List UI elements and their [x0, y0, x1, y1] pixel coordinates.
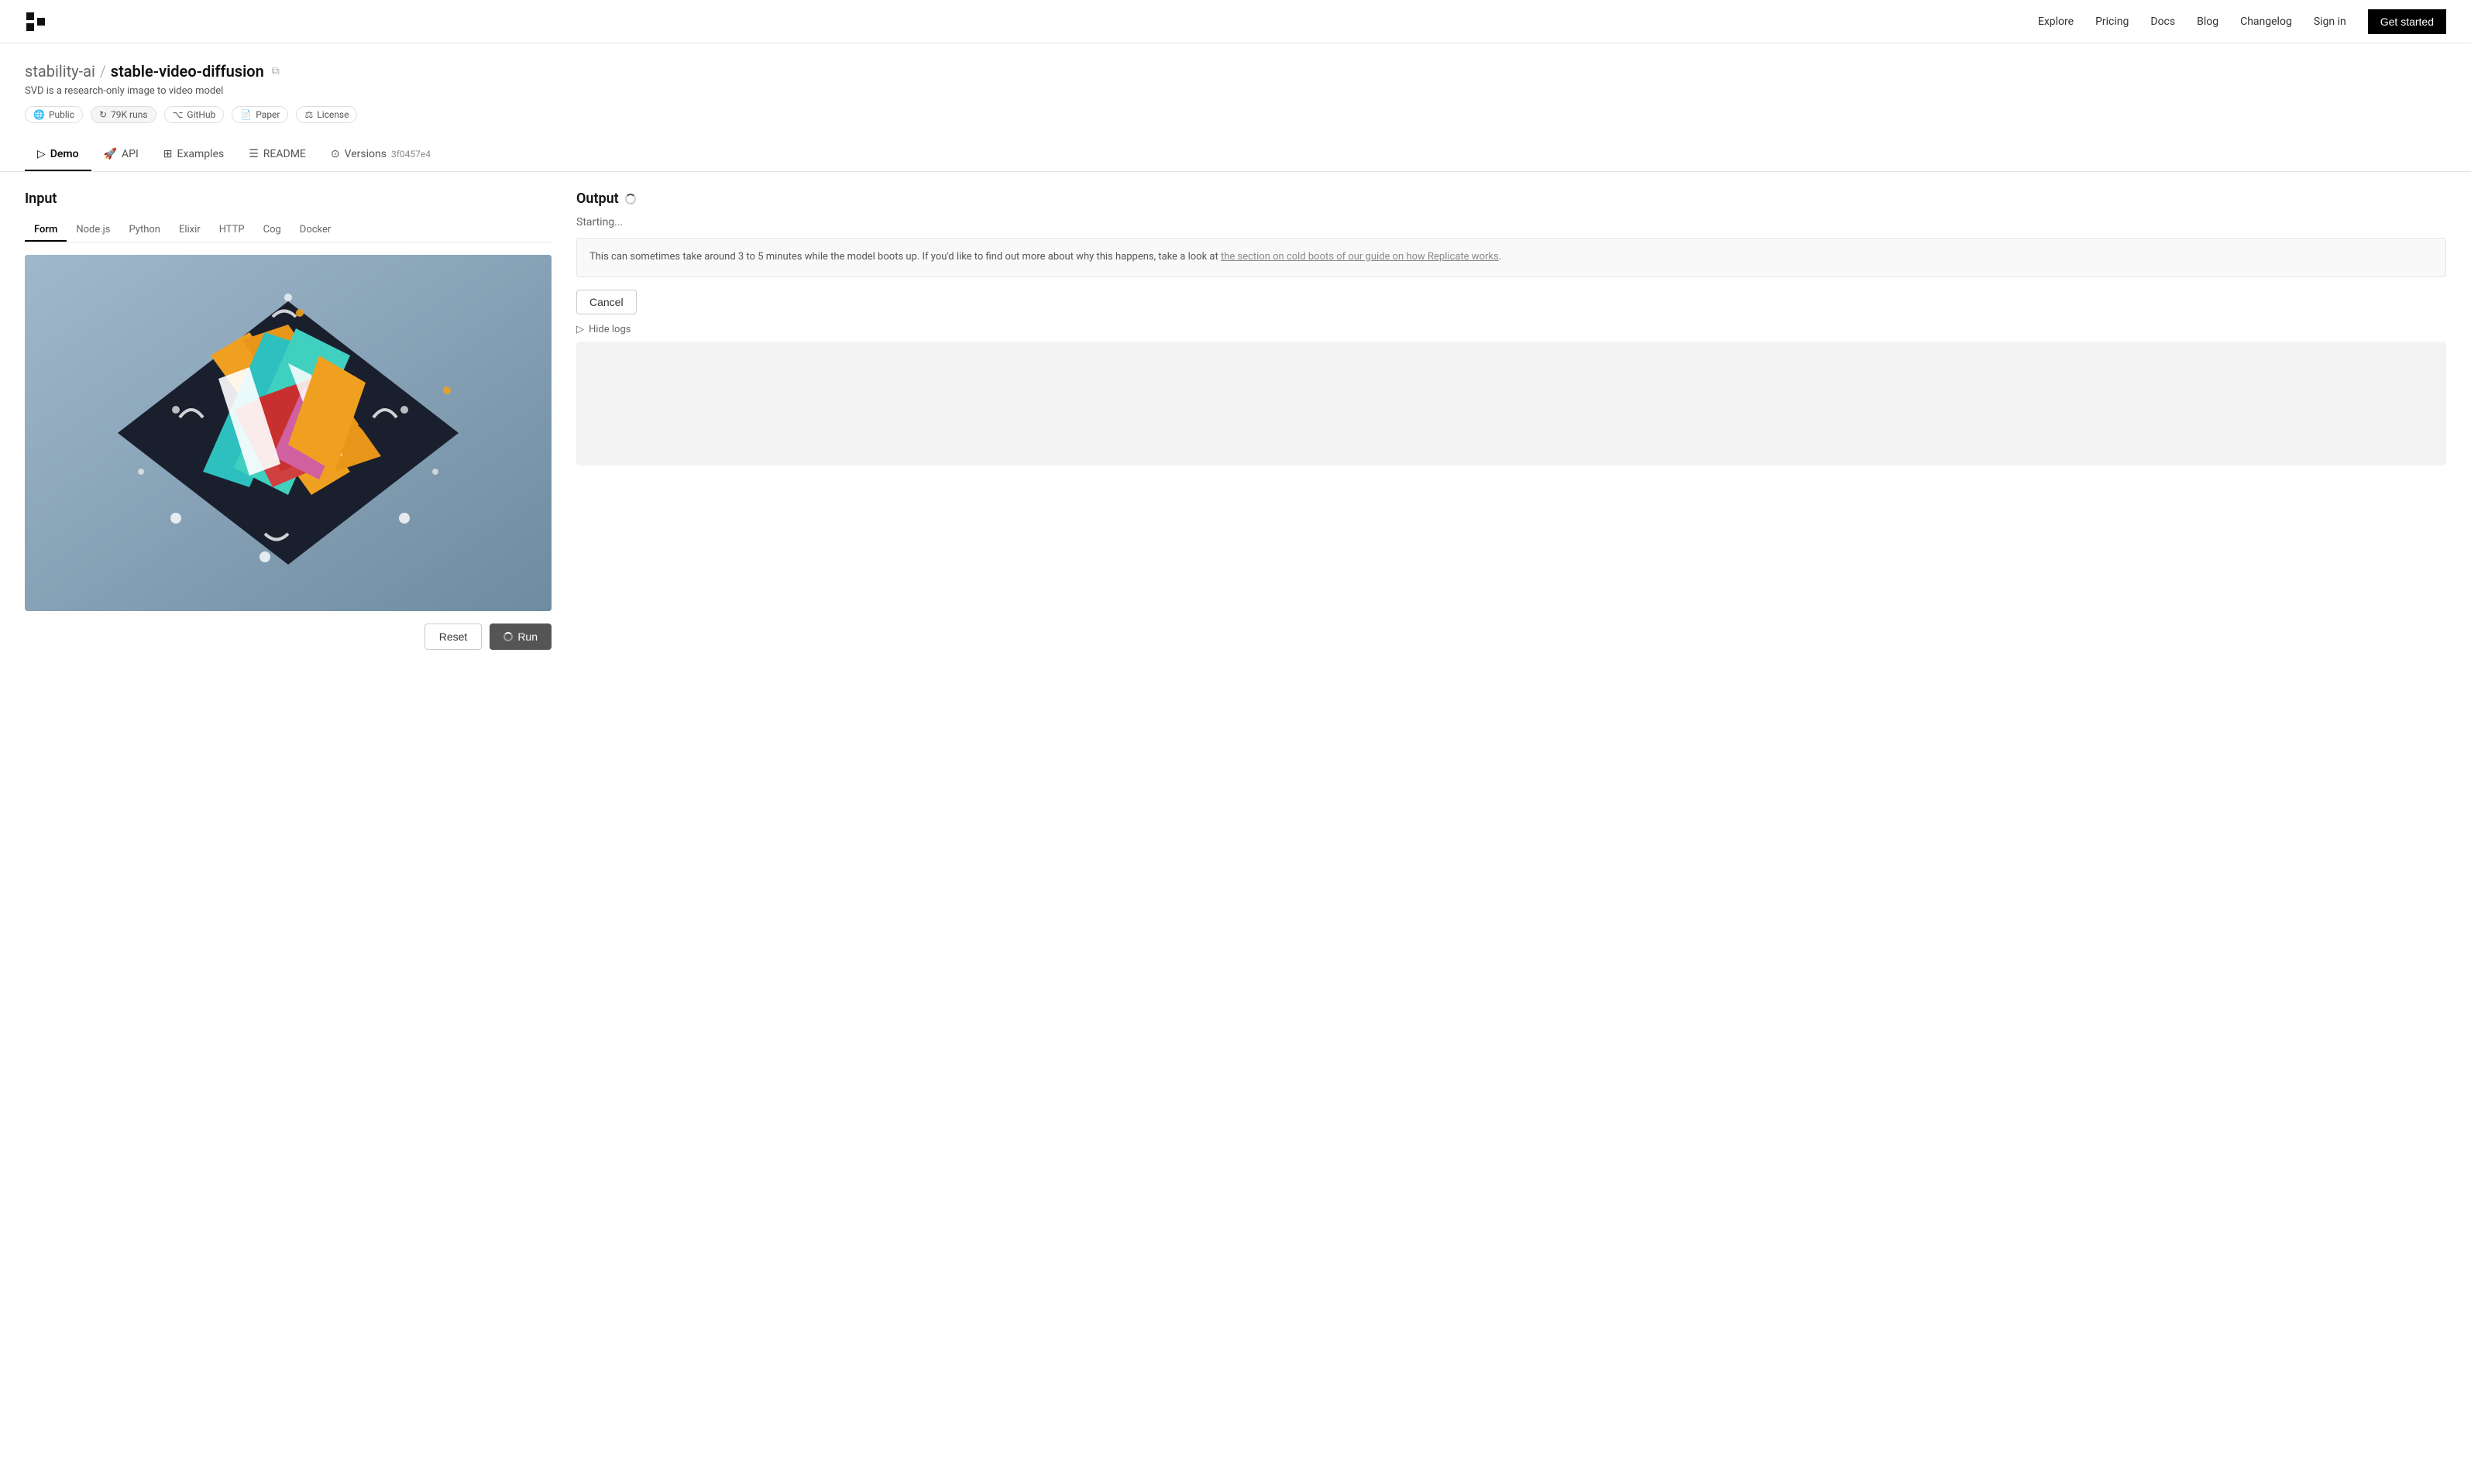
model-description: SVD is a research-only image to video mo… — [25, 85, 2446, 97]
code-tab-nodejs[interactable]: Node.js — [67, 219, 119, 242]
doc-icon: 📄 — [240, 109, 252, 120]
tab-readme-label: README — [263, 148, 306, 160]
api-icon: 🚀 — [104, 148, 117, 160]
model-name: stable-video-diffusion — [111, 62, 264, 81]
tab-api[interactable]: 🚀 API — [91, 139, 151, 171]
run-spinner — [503, 632, 513, 641]
main-content: Input Form Node.js Python Elixir HTTP Co… — [0, 172, 2471, 668]
code-tab-cog[interactable]: Cog — [254, 219, 290, 242]
github-icon: ⌥ — [173, 109, 184, 120]
output-info-box: This can sometimes take around 3 to 5 mi… — [576, 238, 2446, 277]
refresh-icon: ↻ — [99, 109, 107, 120]
chevron-right-icon: ▷ — [576, 324, 584, 335]
badge-license-label: License — [317, 109, 349, 120]
nav-docs[interactable]: Docs — [2150, 15, 2175, 28]
globe-icon: 🌐 — [33, 109, 45, 120]
badge-runs-label: 79K runs — [111, 109, 148, 120]
versions-icon: ⊙ — [331, 148, 340, 160]
shield-icon: ⚖ — [304, 109, 313, 120]
org-name[interactable]: stability-ai — [25, 62, 95, 81]
output-spinner — [625, 194, 636, 204]
code-tab-form[interactable]: Form — [25, 219, 67, 242]
input-panel: Input Form Node.js Python Elixir HTTP Co… — [25, 191, 552, 650]
code-tab-python[interactable]: Python — [120, 219, 170, 242]
output-starting-text: Starting... — [576, 216, 2446, 228]
output-panel: Output Starting... This can sometimes ta… — [576, 191, 2446, 650]
badge-github-label: GitHub — [187, 109, 215, 120]
code-tab-docker[interactable]: Docker — [290, 219, 341, 242]
code-tabs: Form Node.js Python Elixir HTTP Cog Dock… — [25, 219, 552, 242]
badge-license[interactable]: ⚖ License — [296, 106, 357, 123]
tab-demo[interactable]: ▷ Demo — [25, 139, 91, 171]
logs-area — [576, 342, 2446, 465]
tab-versions-label: Versions — [345, 148, 387, 160]
code-tab-elixir[interactable]: Elixir — [170, 219, 210, 242]
hide-logs-toggle[interactable]: ▷ Hide logs — [576, 324, 2446, 335]
nav-explore[interactable]: Explore — [2038, 15, 2074, 28]
copy-icon[interactable]: ⧉ — [272, 65, 280, 77]
badges-row: 🌐 Public ↻ 79K runs ⌥ GitHub 📄 Paper ⚖ L… — [25, 106, 2446, 123]
nav-pricing[interactable]: Pricing — [2095, 15, 2129, 28]
output-header: Output — [576, 191, 2446, 207]
play-icon: ▷ — [37, 148, 46, 160]
badge-runs[interactable]: ↻ 79K runs — [91, 106, 156, 123]
breadcrumb: stability-ai / stable-video-diffusion ⧉ — [25, 62, 2446, 81]
nav-changelog[interactable]: Changelog — [2240, 15, 2292, 28]
readme-icon: ☰ — [249, 148, 259, 160]
tab-readme[interactable]: ☰ README — [236, 139, 318, 171]
image-preview — [25, 255, 552, 611]
main-tabs: ▷ Demo 🚀 API ⊞ Examples ☰ README ⊙ Versi… — [0, 139, 2471, 172]
tab-versions[interactable]: ⊙ Versions 3f0457e4 — [318, 139, 443, 171]
tab-examples-label: Examples — [177, 148, 225, 160]
tab-demo-label: Demo — [50, 148, 79, 160]
hide-logs-label: Hide logs — [589, 324, 631, 335]
run-label: Run — [517, 630, 538, 643]
nav-blog[interactable]: Blog — [2197, 15, 2218, 28]
run-button[interactable]: Run — [490, 623, 552, 650]
code-tab-http[interactable]: HTTP — [210, 219, 254, 242]
cancel-button[interactable]: Cancel — [576, 290, 637, 314]
examples-icon: ⊞ — [163, 148, 173, 160]
badge-public[interactable]: 🌐 Public — [25, 106, 83, 123]
info-link[interactable]: the section on cold boots of our guide o… — [1221, 251, 1499, 263]
version-hash: 3f0457e4 — [391, 149, 431, 160]
breadcrumb-separator: / — [100, 62, 106, 81]
get-started-button[interactable]: Get started — [2368, 9, 2446, 34]
info-text: This can sometimes take around 3 to 5 mi… — [589, 251, 1218, 263]
page-header: stability-ai / stable-video-diffusion ⧉ … — [0, 43, 2471, 136]
tab-api-label: API — [122, 148, 139, 160]
badge-paper-label: Paper — [256, 109, 280, 120]
badge-public-label: Public — [49, 109, 74, 120]
input-title: Input — [25, 191, 552, 207]
form-actions: Reset Run — [25, 623, 552, 650]
nav-links: Explore Pricing Docs Blog Changelog Sign… — [2038, 9, 2446, 34]
badge-paper[interactable]: 📄 Paper — [232, 106, 288, 123]
nav-signin[interactable]: Sign in — [2314, 15, 2346, 28]
navbar: Explore Pricing Docs Blog Changelog Sign… — [0, 0, 2471, 43]
output-title: Output — [576, 191, 619, 207]
logo[interactable] — [25, 11, 46, 33]
badge-github[interactable]: ⌥ GitHub — [164, 106, 225, 123]
reset-button[interactable]: Reset — [424, 623, 483, 650]
tab-examples[interactable]: ⊞ Examples — [151, 139, 236, 171]
